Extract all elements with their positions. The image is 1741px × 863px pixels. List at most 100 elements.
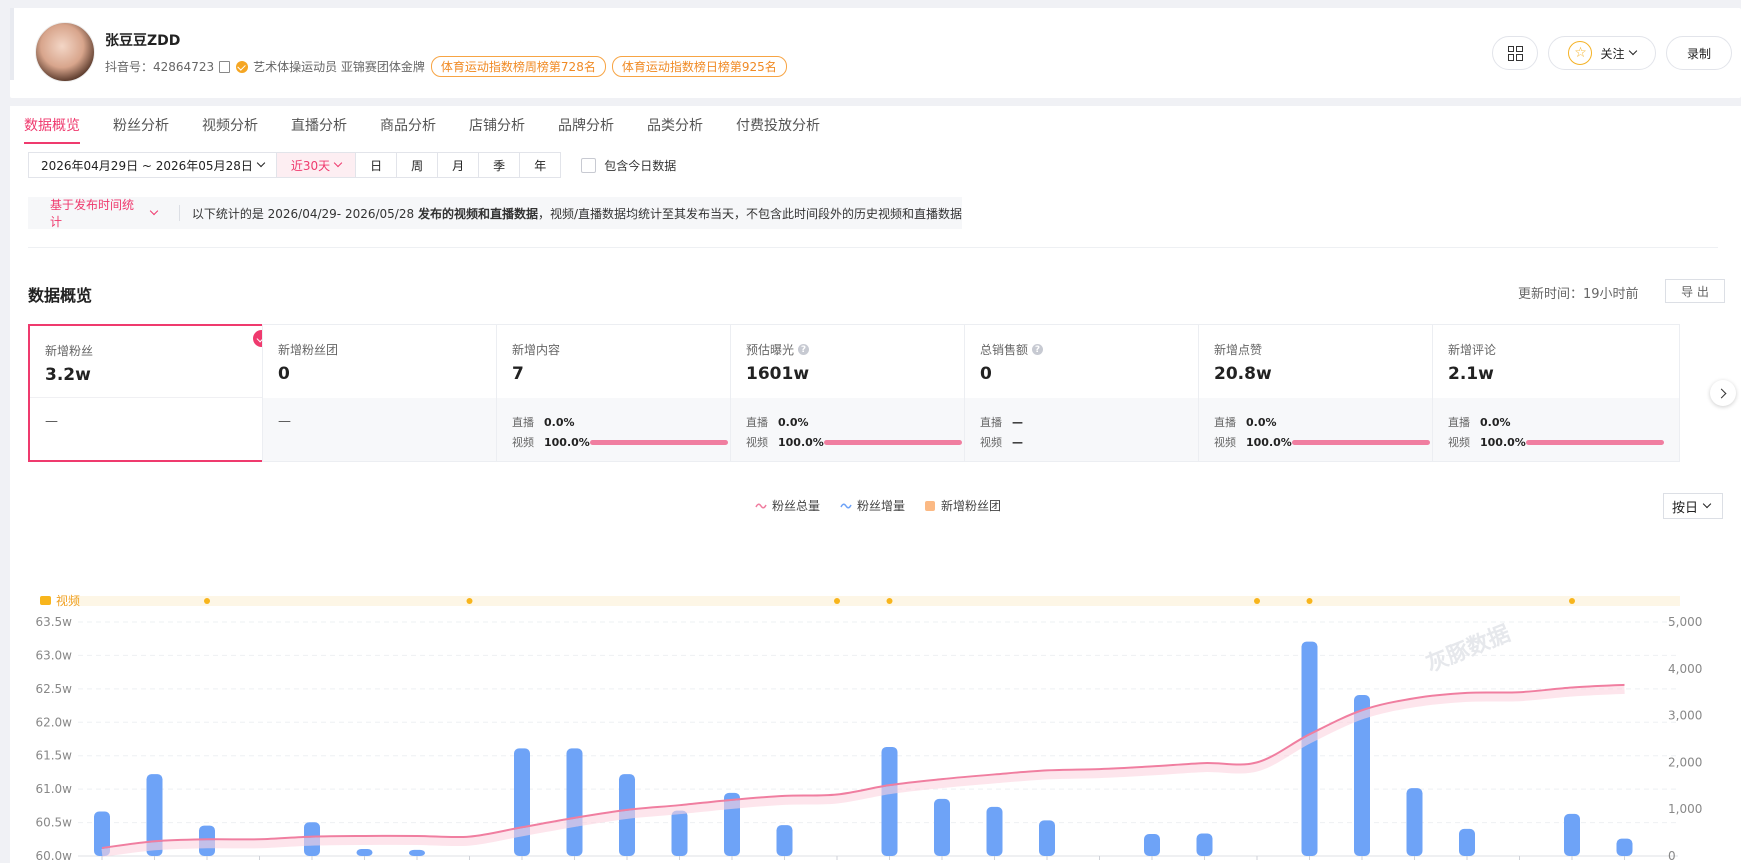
live-share-row: 直播 0.0% — [1448, 412, 1664, 432]
record-button[interactable]: 录制 — [1666, 36, 1732, 70]
verify-text: 艺术体操运动员 亚锦赛团体金牌 — [253, 60, 425, 74]
tab-live[interactable]: 直播分析 — [291, 106, 347, 146]
analysis-tabs: 数据概览 粉丝分析 视频分析 直播分析 商品分析 店铺分析 品牌分析 品类分析 … — [10, 106, 1741, 146]
avatar[interactable] — [35, 22, 95, 82]
tab-paid-ads[interactable]: 付费投放分析 — [736, 106, 820, 146]
y-left-tick: 61.0w — [35, 782, 72, 796]
help-icon[interactable]: ? — [798, 344, 810, 355]
bar — [776, 825, 793, 856]
video-track — [74, 596, 1680, 606]
chevron-right-icon — [1716, 388, 1727, 398]
metric-breakdown: — — [263, 398, 509, 461]
y-left-tick: 62.0w — [35, 715, 72, 729]
legend-total-fans[interactable]: 粉丝总量 — [755, 497, 820, 514]
y-right-tick: 3,000 — [1668, 709, 1702, 723]
copy-icon[interactable] — [219, 60, 231, 73]
y-left-tick: 61.5w — [35, 749, 72, 763]
metric-label: 总销售额? — [980, 341, 1196, 358]
share-value: 0.0% — [778, 415, 809, 429]
stat-mode-dropdown[interactable]: 基于发布时间统计 — [28, 198, 180, 229]
qr-code-icon — [1507, 45, 1523, 61]
tab-store[interactable]: 店铺分析 — [469, 106, 525, 146]
fans-chart: 视频 60.0w 60.5w 61.0w 61.5w 62.0w 62.5w 63.0w 63.… — [35, 593, 1702, 863]
tab-fans[interactable]: 粉丝分析 — [113, 106, 169, 146]
bar — [1301, 641, 1318, 856]
metric-breakdown: — — [30, 397, 274, 460]
metric-card[interactable]: 新增粉丝团 0 — — [262, 324, 510, 462]
section-title: 数据概览 — [28, 286, 93, 305]
export-button[interactable]: 导 出 — [1665, 279, 1725, 303]
rank-badge-daily[interactable]: 体育运动指数榜日榜第925名 — [611, 56, 787, 77]
live-share-row: 直播 0.0% — [746, 412, 962, 432]
share-bar — [1526, 439, 1664, 445]
range-year[interactable]: 年 — [520, 152, 562, 178]
range-quarter[interactable]: 季 — [479, 152, 521, 178]
metric-card[interactable]: 预估曝光? 1601w 直播 0.0% 视频 100.0% — [730, 324, 978, 462]
live-share-row: 直播 0.0% — [1214, 412, 1430, 432]
notice-bold: 发布的视频和直播数据 — [417, 206, 538, 221]
bar — [1196, 833, 1213, 856]
metric-card[interactable]: 新增点赞 20.8w 直播 0.0% 视频 100.0% — [1198, 324, 1446, 462]
metric-label-text: 新增评论 — [1448, 343, 1497, 357]
bar — [514, 748, 530, 856]
metric-card[interactable]: 新增内容 7 直播 0.0% 视频 100.0% — [496, 324, 744, 462]
metric-breakdown: 直播 0.0% 视频 100.0% — [1433, 398, 1679, 461]
help-icon[interactable]: ? — [1032, 344, 1044, 355]
share-key: 视频 — [1214, 436, 1236, 449]
metric-value: 0 — [278, 364, 290, 384]
date-range-picker[interactable]: 2026年04月29日 ~ 2026年05月28日 — [28, 152, 277, 178]
cards-next-button[interactable] — [1710, 380, 1736, 406]
y-left-tick: 60.5w — [35, 816, 72, 830]
metric-label-text: 预估曝光 — [746, 343, 795, 357]
metric-label-text: 新增粉丝团 — [278, 343, 339, 357]
share-bar — [1292, 439, 1430, 445]
share-key: 视频 — [980, 436, 1002, 449]
metric-empty: — — [278, 414, 291, 429]
follow-button[interactable]: ☆ 关注 — [1548, 36, 1656, 70]
y-left-tick: 63.5w — [35, 615, 72, 629]
share-key: 直播 — [1448, 416, 1470, 429]
range-week[interactable]: 周 — [397, 152, 439, 178]
granularity-value: 按日 — [1672, 500, 1699, 516]
qr-code-button[interactable] — [1492, 36, 1538, 70]
rank-badge-weekly[interactable]: 体育运动指数榜周榜第728名 — [430, 56, 606, 77]
metric-label: 新增粉丝 — [45, 342, 259, 359]
tab-brand[interactable]: 品牌分析 — [558, 106, 614, 146]
video-marker — [1254, 598, 1260, 604]
share-key: 直播 — [512, 416, 534, 429]
bar — [1039, 820, 1055, 856]
share-value: — — [1012, 435, 1023, 449]
y-left-tick: 63.0w — [35, 648, 72, 662]
include-today-toggle[interactable]: 包含今日数据 — [581, 157, 676, 174]
date-range-value: 2026年04月29日 ~ 2026年05月28日 — [41, 158, 253, 173]
range-month[interactable]: 月 — [438, 152, 480, 178]
tab-category[interactable]: 品类分析 — [647, 106, 703, 146]
range-day[interactable]: 日 — [356, 152, 398, 178]
video-icon — [40, 596, 51, 605]
video-share-row: 视频 100.0% — [512, 432, 728, 452]
update-value: 19小时前 — [1583, 287, 1639, 302]
legend-fan-club[interactable]: 新增粉丝团 — [925, 497, 1001, 514]
video-track-label: 视频 — [56, 593, 80, 608]
tab-video[interactable]: 视频分析 — [202, 106, 258, 146]
range-last-30-days[interactable]: 近30天 — [276, 152, 357, 178]
divider — [28, 247, 1718, 248]
tab-overview[interactable]: 数据概览 — [24, 106, 80, 146]
legend-fan-increase[interactable]: 粉丝增量 — [840, 497, 905, 514]
tab-product[interactable]: 商品分析 — [380, 106, 436, 146]
include-today-checkbox[interactable] — [581, 157, 597, 173]
stat-notice: 基于发布时间统计 以下统计的是 2026/04/29- 2026/05/28 发… — [28, 197, 962, 229]
include-today-label: 包含今日数据 — [604, 158, 677, 173]
metric-card[interactable]: 新增评论 2.1w 直播 0.0% 视频 100.0% — [1432, 324, 1680, 462]
bar — [1564, 813, 1580, 856]
granularity-select[interactable]: 按日 — [1663, 493, 1723, 519]
bar — [1406, 788, 1423, 856]
range-last-30-label: 近30天 — [290, 158, 331, 173]
chevron-down-icon — [149, 206, 159, 216]
bar — [934, 798, 950, 856]
metric-card[interactable]: 新增粉丝 3.2w — — [28, 324, 276, 462]
share-key: 视频 — [1448, 436, 1470, 449]
metric-value: 20.8w — [1214, 364, 1272, 384]
share-value: 100.0% — [778, 435, 824, 449]
metric-card[interactable]: 总销售额? 0 直播 — 视频 — — [964, 324, 1212, 462]
